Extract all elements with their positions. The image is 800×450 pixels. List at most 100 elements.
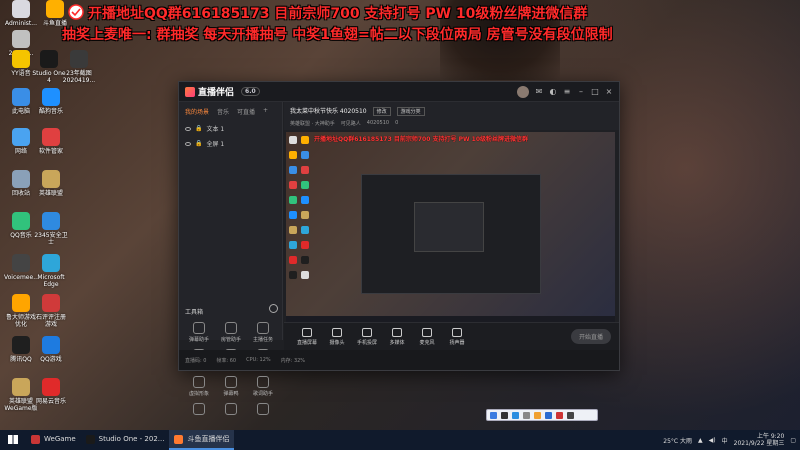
input-language[interactable]: 中 [722,436,728,445]
tool-label: 弹幕助手 [188,337,209,343]
tool-item[interactable]: 虚拟形象 [183,376,215,397]
desktop-icon[interactable]: 网易云音乐 [34,378,68,405]
toolbar-item[interactable]: 扬声器 [442,327,472,346]
desktop-icon[interactable]: 回收站 [4,170,38,197]
notification-icon[interactable]: ▢ [790,437,796,444]
live-companion-window: 直播伴侣 6.0 ✉ ◐ ≡ – □ × 我的场景 音乐 可直播 + 🔒 文本 … [178,81,620,415]
toolbar-item[interactable]: 麦克风 [412,327,442,346]
tool-item[interactable] [247,403,279,417]
taskbar-app[interactable]: WeGame [26,430,81,450]
desktop-icon-label: 英雄联盟 WeGame版 [4,398,38,412]
desktop-icon-label: 2345安全卫士 [34,232,68,246]
taskbar-app[interactable]: Studio One - 202... [81,430,170,450]
desktop-icon[interactable]: 斗鱼直播 [38,0,72,27]
menu-icon[interactable]: ≡ [563,87,571,96]
tool-item[interactable]: 房管助手 [215,322,247,343]
tool-item[interactable]: 歌词助手 [247,376,279,397]
tab-scenes[interactable]: 我的场景 [185,107,209,116]
settings-gear-icon[interactable] [269,304,278,313]
volume-icon[interactable]: ◀) [709,437,716,444]
desktop-icon[interactable]: 英雄联盟 WeGame版 [4,378,38,412]
toolbar-item[interactable]: 手机投屏 [352,327,382,346]
lock-icon[interactable]: 🔒 [195,140,202,147]
desktop-icon[interactable]: QQ游戏 [34,336,68,363]
start-button[interactable] [0,430,26,450]
desktop-icon-label: 软件管家 [38,148,63,155]
toolbar-item[interactable]: 多媒体 [382,327,412,346]
tool-item[interactable] [215,403,247,417]
stream-preview[interactable]: 开播地址QQ群616185173 目前宗师700 支持打号 PW 10级粉丝牌进… [286,132,615,322]
add-icon[interactable]: + [263,107,268,116]
tool-label: 弹幕鸭 [223,391,239,397]
tool-item[interactable] [183,403,215,417]
toolbar-item[interactable]: 直播屏幕 [292,327,322,346]
ime-keyboard-icon[interactable] [545,411,552,419]
app-icon [42,336,60,354]
network-icon[interactable]: ▲ [698,437,703,444]
preview-nested-window-inner [414,202,484,252]
desktop-icon[interactable]: 腾讯QQ [4,336,38,363]
desktop-icon-label: 腾讯QQ [10,356,32,363]
start-live-button[interactable]: 开始直播 [570,329,611,344]
ime-emoji-icon[interactable] [534,411,541,419]
edit-button[interactable]: 修改 [372,107,391,116]
desktop-icon-label: Microsoft Edge [37,274,65,288]
eye-icon[interactable] [185,126,191,131]
desktop-icon[interactable]: 23年截图 2020419... [62,50,96,84]
close-icon[interactable]: × [605,87,613,96]
skin-icon[interactable]: ◐ [549,87,557,96]
tool-item[interactable]: 弹幕鸭 [215,376,247,397]
preview-desktop-icon [289,166,297,174]
desktop-icon[interactable]: Administ... [4,0,38,27]
ime-toolbar[interactable] [486,409,598,421]
weather-widget[interactable]: 25°C 大雨 [663,436,692,445]
toolbar-item[interactable]: 摄像头 [322,327,352,346]
tool-item[interactable]: 弹幕助手 [183,322,215,343]
desktop-icon[interactable]: 英雄联盟 [34,170,68,197]
ime-skin-icon[interactable] [556,411,563,419]
windows-taskbar: WeGame Studio One - 202... 斗鱼直播伴侣 25°C 大雨 … [0,430,800,450]
tab-live[interactable]: 可直播 [237,107,255,116]
tool-item[interactable]: 主播任务 [247,322,279,343]
eye-icon[interactable] [185,141,191,146]
desktop-icon-label: QQ游戏 [40,356,62,363]
desktop-icon[interactable]: 此电脑 [4,88,38,115]
app-icon [12,294,30,312]
desktop-icon[interactable]: 石评评注册游戏 [34,294,68,328]
tool-icon [225,322,237,334]
overlay-text-line-2: 抽奖上麦唯一: 群抽奖 每天开播抽号 中奖1鱼翅=帖二以下段位两局 房管号没有段… [62,27,613,43]
clock[interactable]: 上午 9:20 2021/9/22 星期三 [734,433,785,447]
preview-desktop-icon [289,151,297,159]
ime-punct-icon[interactable] [512,411,519,419]
app-icon [42,88,60,106]
window-titlebar[interactable]: 直播伴侣 6.0 ✉ ◐ ≡ – □ × [179,82,619,102]
desktop-icon-label: 回收站 [11,190,30,197]
taskbar-app[interactable]: 斗鱼直播伴侣 [169,430,235,450]
desktop-icon[interactable]: Studio One 4 [32,50,66,84]
maximize-icon[interactable]: □ [591,87,599,96]
tab-music[interactable]: 音乐 [217,107,229,116]
desktop-icon[interactable]: Microsoft Edge [34,254,68,288]
desktop-icon[interactable]: 2345安全卫士 [34,212,68,246]
ime-tools-icon[interactable] [567,411,574,419]
app-name: 直播伴侣 [198,88,235,98]
minimize-icon[interactable]: – [577,87,585,96]
desktop-icon[interactable]: QQ音乐 [4,212,38,239]
desktop-icon[interactable]: 软件管家 [34,128,68,155]
tool-label: 房管助手 [220,337,241,343]
avatar[interactable] [517,85,529,98]
desktop-icon[interactable]: Voicemee... [4,254,39,281]
ime-logo-icon[interactable] [490,411,497,419]
ime-voice-icon[interactable] [523,411,530,419]
lock-icon[interactable]: 🔒 [195,125,202,132]
desktop-icon[interactable]: 酷狗音乐 [34,88,68,115]
desktop-icon[interactable]: 鲁大师游戏优化 [4,294,38,328]
desktop-icon[interactable]: 网络 [4,128,38,155]
preview-desktop: 开播地址QQ群616185173 目前宗师700 支持打号 PW 10级粉丝牌进… [286,132,615,322]
message-icon[interactable]: ✉ [535,87,543,96]
category-button[interactable]: 游戏分类 [396,107,425,116]
tool-icon [257,403,269,415]
ime-mode-icon[interactable] [501,411,508,419]
source-item[interactable]: 🔒 文本 1 [179,121,282,136]
source-item[interactable]: 🔒 全屏 1 [179,136,282,151]
